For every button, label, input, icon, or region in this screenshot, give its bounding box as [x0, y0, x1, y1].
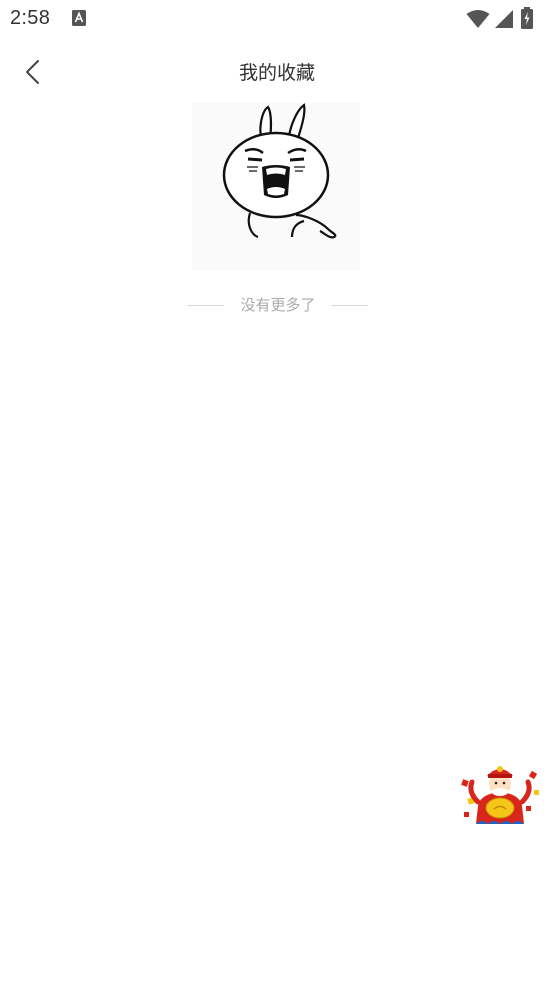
divider-line-left	[188, 305, 224, 306]
signal-icon	[495, 10, 513, 28]
collected-sticker-item[interactable]	[192, 103, 360, 271]
floating-promo-button[interactable]	[458, 762, 542, 828]
rabbit-sticker-image	[222, 103, 337, 239]
wifi-icon	[466, 10, 490, 28]
status-bar: 2:58	[0, 0, 554, 40]
title-bar: 我的收藏	[0, 44, 554, 98]
page-title: 我的收藏	[238, 62, 315, 84]
no-more-text: 没有更多了	[240, 296, 316, 314]
battery-icon	[521, 7, 533, 29]
divider-line-right	[332, 305, 368, 306]
status-icons	[466, 7, 544, 31]
notification-a-icon	[72, 10, 86, 26]
list-end-indicator: 没有更多了	[188, 294, 368, 316]
status-time: 2:58	[10, 7, 51, 29]
god-of-wealth-mascot-icon	[461, 766, 539, 824]
